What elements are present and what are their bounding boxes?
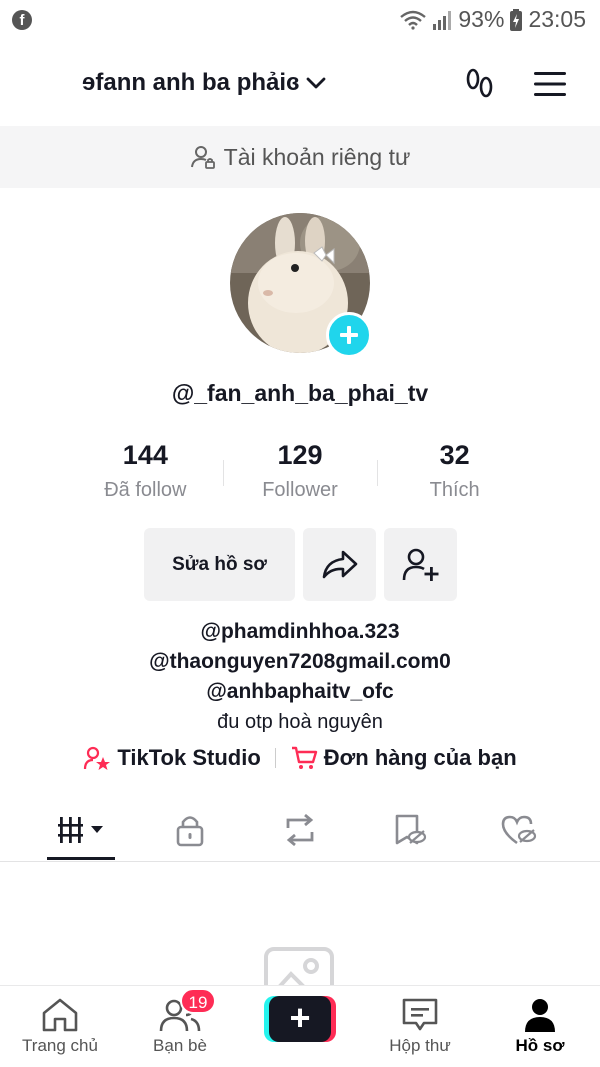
active-tab-indicator xyxy=(47,857,115,860)
home-icon xyxy=(42,998,78,1032)
footprints-icon xyxy=(466,68,493,98)
heart-hidden-icon xyxy=(501,815,537,845)
stat-followers[interactable]: 129 Follower xyxy=(222,440,378,510)
empty-state-image-icon xyxy=(263,946,335,986)
clock: 23:05 xyxy=(528,6,586,32)
stat-label: Đã follow xyxy=(104,479,187,501)
hamburger-menu-icon xyxy=(534,72,566,96)
tab-videos[interactable] xyxy=(47,800,115,860)
nav-inbox-label: Hộp thư xyxy=(389,1036,451,1055)
bio-description: đu otp hoà nguyên xyxy=(217,711,383,733)
nav-friends[interactable]: Bạn bè 19 xyxy=(130,986,230,1067)
add-avatar-button[interactable] xyxy=(326,312,372,358)
inbox-message-icon xyxy=(402,998,438,1031)
profile-links: TikTok Studio Đơn hàng của bạn xyxy=(0,745,600,771)
status-right: 93% 23:05 xyxy=(400,6,586,33)
bio-mention[interactable]: @thaonguyen7208gmail.com0 xyxy=(0,647,600,677)
profile-actions: Sửa hồ sơ xyxy=(144,528,457,601)
menu-button[interactable] xyxy=(530,64,570,104)
profile-stats: 144 Đã follow 129 Follower 32 Thích xyxy=(68,440,532,510)
bottom-nav: Trang chủ Bạn bè 19 + Hộp thư Hồ sơ xyxy=(0,985,600,1067)
nav-home[interactable]: Trang chủ xyxy=(10,986,110,1067)
orders-label: Đơn hàng của bạn xyxy=(323,745,517,770)
account-switcher[interactable]: ɘfann anh ba phảiɞ xyxy=(82,69,326,97)
edit-profile-button[interactable]: Sửa hồ sơ xyxy=(144,528,295,601)
repost-icon xyxy=(286,814,314,846)
nav-home-label: Trang chủ xyxy=(22,1036,98,1055)
friends-notification-badge: 19 xyxy=(180,988,216,1014)
link-divider xyxy=(274,748,276,768)
profile-person-icon xyxy=(525,999,555,1032)
profile-bio: @phamdinhhoa.323 @thaonguyen7208gmail.co… xyxy=(0,617,600,737)
stat-likes[interactable]: 32 Thích xyxy=(377,440,532,510)
facebook-icon: f xyxy=(12,10,32,30)
lock-icon xyxy=(176,816,204,847)
wifi-icon xyxy=(400,10,427,30)
chevron-down-icon xyxy=(306,77,326,89)
content-tabs xyxy=(0,800,600,862)
create-button[interactable]: + xyxy=(264,996,336,1042)
nav-friends-label: Bạn bè xyxy=(153,1036,207,1055)
battery-icon xyxy=(510,8,523,31)
private-account-banner: Tài khoản riêng tư xyxy=(0,126,600,188)
tab-private[interactable] xyxy=(156,800,224,860)
stat-label: Follower xyxy=(262,479,338,501)
add-user-icon xyxy=(402,548,438,581)
stat-label: Thích xyxy=(429,479,480,501)
add-friend-button[interactable] xyxy=(384,528,457,601)
share-profile-button[interactable] xyxy=(303,528,376,601)
tiktok-studio-label: TikTok Studio xyxy=(117,745,261,770)
nav-profile[interactable]: Hồ sơ xyxy=(490,986,590,1067)
tab-liked[interactable] xyxy=(485,800,553,860)
stat-value: 144 xyxy=(122,440,168,470)
orders-link[interactable]: Đơn hàng của bạn xyxy=(290,745,517,771)
tab-reposts[interactable] xyxy=(266,800,334,860)
profile-username: @_fan_anh_ba_phai_tv xyxy=(171,380,429,406)
grid-dropdown-icon xyxy=(58,817,103,843)
tiktok-studio-link[interactable]: TikTok Studio xyxy=(83,745,261,771)
private-account-text: Tài khoản riêng tư xyxy=(223,143,411,170)
studio-user-star-icon xyxy=(84,746,111,770)
battery-percent: 93% xyxy=(458,6,505,32)
bio-mention[interactable]: @anhbaphaitv_ofc xyxy=(0,677,600,707)
footprints-button[interactable] xyxy=(460,64,500,104)
nav-inbox[interactable]: Hộp thư xyxy=(370,986,470,1067)
stat-value: 32 xyxy=(439,440,470,470)
create-plus-icon: + xyxy=(269,996,331,1042)
plus-icon xyxy=(340,326,358,344)
account-name: ɘfann anh ba phảiɞ xyxy=(82,69,300,96)
share-arrow-icon xyxy=(322,550,357,578)
cart-icon xyxy=(291,746,317,769)
bookmark-hidden-icon xyxy=(395,814,427,845)
stat-following[interactable]: 144 Đã follow xyxy=(68,440,223,510)
status-bar: f 93% 23:05 xyxy=(0,0,600,44)
signal-icon xyxy=(433,10,452,30)
bio-mention[interactable]: @phamdinhhoa.323 xyxy=(0,617,600,647)
tab-favorites[interactable] xyxy=(376,800,444,860)
nav-profile-label: Hồ sơ xyxy=(515,1036,565,1055)
stat-value: 129 xyxy=(277,440,323,470)
private-user-icon xyxy=(190,146,215,169)
profile-header: ɘfann anh ba phảiɞ xyxy=(0,52,600,114)
